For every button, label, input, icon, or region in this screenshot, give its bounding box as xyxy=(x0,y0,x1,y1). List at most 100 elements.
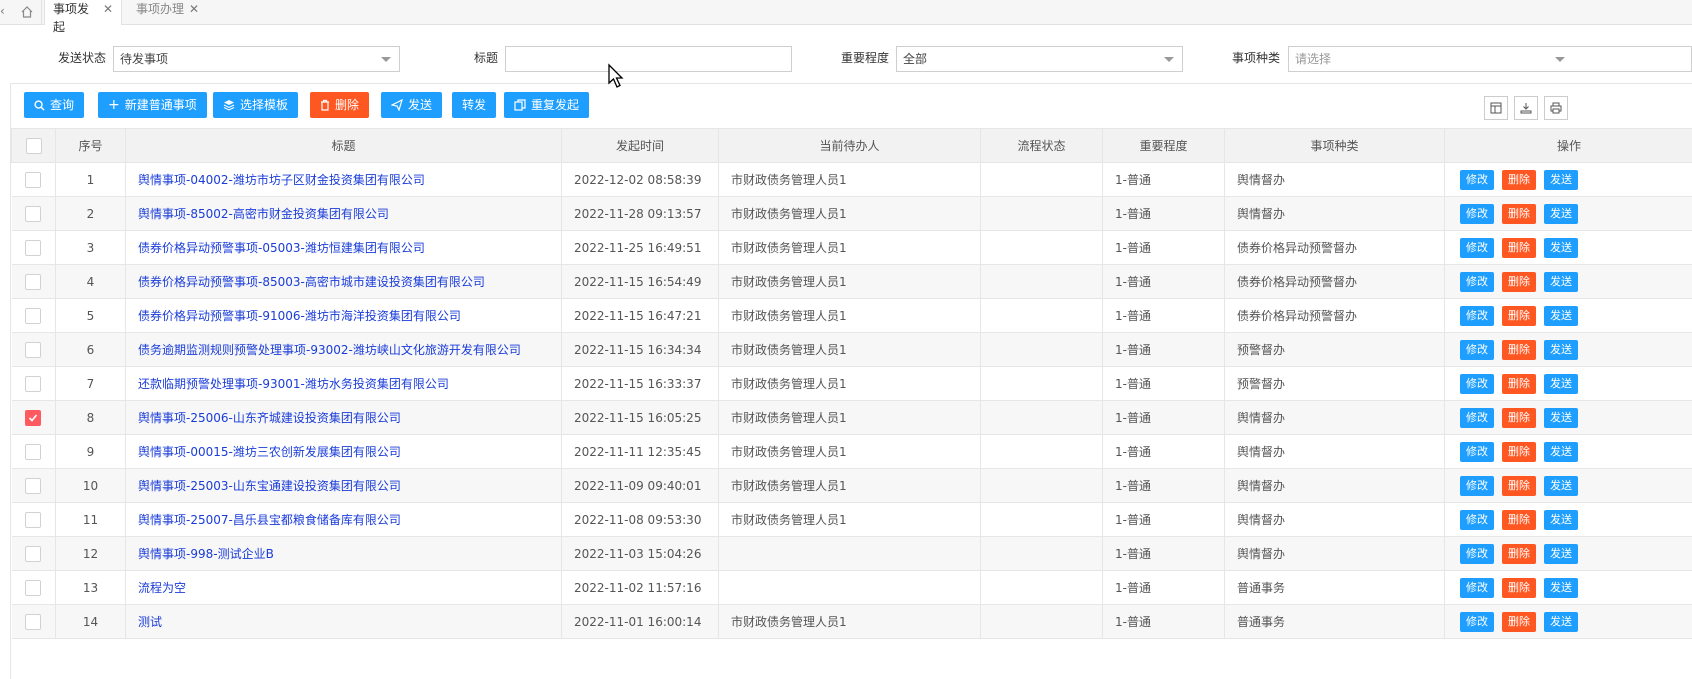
header-status[interactable]: 流程状态 xyxy=(980,128,1103,163)
edit-button[interactable]: 修改 xyxy=(1460,237,1494,258)
table-row[interactable]: 11 舆情事项-25007-昌乐县宝都粮食储备库有限公司 2022-11-08 09… xyxy=(11,502,1692,537)
row-title-link[interactable]: 舆情事项-998-测试企业B xyxy=(125,536,562,571)
row-title-link[interactable]: 舆情事项-04002-潍坊市坊子区财金投资集团有限公司 xyxy=(125,162,562,197)
header-assignee[interactable]: 当前待办人 xyxy=(718,128,981,163)
row-title-link[interactable]: 债券价格异动预警事项-05003-潍坊恒建集团有限公司 xyxy=(125,230,562,265)
row-checkbox-cell[interactable] xyxy=(11,332,56,367)
edit-button[interactable]: 修改 xyxy=(1460,305,1494,326)
checkbox[interactable] xyxy=(25,205,42,222)
checkbox[interactable] xyxy=(25,443,42,460)
delete-row-button[interactable]: 删除 xyxy=(1502,237,1536,258)
row-checkbox-cell[interactable] xyxy=(11,298,56,333)
table-row[interactable]: 3 债券价格异动预警事项-05003-潍坊恒建集团有限公司 2022-11-25 1… xyxy=(11,230,1692,265)
edit-button[interactable]: 修改 xyxy=(1460,169,1494,190)
tab-handle[interactable]: 事项办理 ✕ xyxy=(128,0,208,25)
checkbox[interactable] xyxy=(25,375,42,392)
row-checkbox-cell[interactable] xyxy=(11,604,56,639)
delete-row-button[interactable]: 删除 xyxy=(1502,373,1536,394)
send-row-button[interactable]: 发送 xyxy=(1544,509,1578,530)
table-row[interactable]: 6 债务逾期监测规则预警处理事项-93002-潍坊峡山文化旅游开发有限公司 2022… xyxy=(11,332,1692,367)
row-title-link[interactable]: 舆情事项-25007-昌乐县宝都粮食储备库有限公司 xyxy=(125,502,562,537)
checkbox[interactable] xyxy=(25,239,42,256)
delete-row-button[interactable]: 删除 xyxy=(1502,611,1536,632)
row-title-link[interactable]: 测试 xyxy=(125,604,562,639)
row-title-link[interactable]: 舆情事项-00015-潍坊三农创新发展集团有限公司 xyxy=(125,434,562,469)
table-row[interactable]: 8 舆情事项-25006-山东齐城建设投资集团有限公司 2022-11-15 16:… xyxy=(11,400,1692,435)
resend-button[interactable]: 重复发起 xyxy=(504,92,590,118)
row-checkbox-cell[interactable] xyxy=(11,468,56,503)
header-time[interactable]: 发起时间 xyxy=(561,128,719,163)
export-icon[interactable] xyxy=(1514,96,1538,120)
row-checkbox-cell[interactable] xyxy=(11,502,56,537)
send-row-button[interactable]: 发送 xyxy=(1544,339,1578,360)
edit-button[interactable]: 修改 xyxy=(1460,339,1494,360)
header-select-all[interactable] xyxy=(11,128,56,163)
edit-button[interactable]: 修改 xyxy=(1460,509,1494,530)
new-item-button[interactable]: + 新建普通事项 xyxy=(98,92,207,118)
send-row-button[interactable]: 发送 xyxy=(1544,543,1578,564)
edit-button[interactable]: 修改 xyxy=(1460,577,1494,598)
send-button[interactable]: 发送 xyxy=(381,92,443,118)
row-title-link[interactable]: 舆情事项-85002-高密市财金投资集团有限公司 xyxy=(125,196,562,231)
table-row[interactable]: 7 还款临期预警处理事项-93001-潍坊水务投资集团有限公司 2022-11-15… xyxy=(11,366,1692,401)
delete-row-button[interactable]: 删除 xyxy=(1502,271,1536,292)
row-title-link[interactable]: 债券价格异动预警事项-91006-潍坊市海洋投资集团有限公司 xyxy=(125,298,562,333)
checkbox[interactable] xyxy=(25,545,42,562)
checkbox[interactable] xyxy=(25,171,42,188)
table-row[interactable]: 13 流程为空 2022-11-02 11:57:16 1-普通 普通事务 修改 删除 发送 xyxy=(11,570,1692,605)
delete-row-button[interactable]: 删除 xyxy=(1502,509,1536,530)
row-title-link[interactable]: 流程为空 xyxy=(125,570,562,605)
delete-button[interactable]: 删除 xyxy=(310,92,370,118)
table-row[interactable]: 1 舆情事项-04002-潍坊市坊子区财金投资集团有限公司 2022-12-02 0… xyxy=(11,162,1692,197)
delete-row-button[interactable]: 删除 xyxy=(1502,475,1536,496)
delete-row-button[interactable]: 删除 xyxy=(1502,305,1536,326)
checkbox[interactable] xyxy=(25,477,42,494)
row-checkbox-cell[interactable] xyxy=(11,570,56,605)
delete-row-button[interactable]: 删除 xyxy=(1502,169,1536,190)
header-no[interactable]: 序号 xyxy=(55,128,126,163)
delete-row-button[interactable]: 删除 xyxy=(1502,543,1536,564)
row-title-link[interactable]: 债券价格异动预警事项-85003-高密市城市建设投资集团有限公司 xyxy=(125,264,562,299)
send-row-button[interactable]: 发送 xyxy=(1544,237,1578,258)
send-row-button[interactable]: 发送 xyxy=(1544,305,1578,326)
header-importance[interactable]: 重要程度 xyxy=(1102,128,1225,163)
edit-button[interactable]: 修改 xyxy=(1460,441,1494,462)
row-title-link[interactable]: 舆情事项-25003-山东宝通建设投资集团有限公司 xyxy=(125,468,562,503)
row-checkbox-cell[interactable] xyxy=(11,162,56,197)
checkbox[interactable] xyxy=(25,137,42,154)
checkbox[interactable] xyxy=(25,307,42,324)
row-checkbox-cell[interactable] xyxy=(11,434,56,469)
forward-button[interactable]: 转发 xyxy=(452,92,497,118)
edit-button[interactable]: 修改 xyxy=(1460,475,1494,496)
close-icon[interactable]: ✕ xyxy=(103,0,113,18)
close-icon[interactable]: ✕ xyxy=(189,0,199,18)
edit-button[interactable]: 修改 xyxy=(1460,407,1494,428)
home-tab[interactable] xyxy=(12,0,42,24)
print-icon[interactable] xyxy=(1544,96,1568,120)
edit-button[interactable]: 修改 xyxy=(1460,373,1494,394)
header-title[interactable]: 标题 xyxy=(125,128,562,163)
chevron-left-icon[interactable]: ‹ xyxy=(0,2,10,22)
table-row[interactable]: 12 舆情事项-998-测试企业B 2022-11-03 15:04:26 1-普通舆… xyxy=(11,536,1692,571)
edit-button[interactable]: 修改 xyxy=(1460,271,1494,292)
table-row[interactable]: 4 债券价格异动预警事项-85003-高密市城市建设投资集团有限公司 2022-11… xyxy=(11,264,1692,299)
checkbox[interactable] xyxy=(25,273,42,290)
edit-button[interactable]: 修改 xyxy=(1460,543,1494,564)
delete-row-button[interactable]: 删除 xyxy=(1502,407,1536,428)
table-row[interactable]: 9 舆情事项-00015-潍坊三农创新发展集团有限公司 2022-11-11 12:… xyxy=(11,434,1692,469)
send-row-button[interactable]: 发送 xyxy=(1544,577,1578,598)
delete-row-button[interactable]: 删除 xyxy=(1502,577,1536,598)
table-row[interactable]: 5 债券价格异动预警事项-91006-潍坊市海洋投资集团有限公司 2022-11-1… xyxy=(11,298,1692,333)
send-row-button[interactable]: 发送 xyxy=(1544,203,1578,224)
table-row[interactable]: 2 舆情事项-85002-高密市财金投资集团有限公司 2022-11-28 09:1… xyxy=(11,196,1692,231)
checkbox[interactable] xyxy=(25,341,42,358)
row-checkbox-cell[interactable] xyxy=(11,196,56,231)
checkbox[interactable] xyxy=(25,579,42,596)
checkbox[interactable] xyxy=(25,613,42,630)
row-checkbox-cell[interactable] xyxy=(11,400,56,435)
tab-initiate[interactable]: 事项发起 ✕ xyxy=(44,0,122,34)
checkbox[interactable] xyxy=(25,409,42,426)
edit-button[interactable]: 修改 xyxy=(1460,611,1494,632)
delete-row-button[interactable]: 删除 xyxy=(1502,441,1536,462)
category-select[interactable]: 请选择 xyxy=(1288,46,1692,72)
